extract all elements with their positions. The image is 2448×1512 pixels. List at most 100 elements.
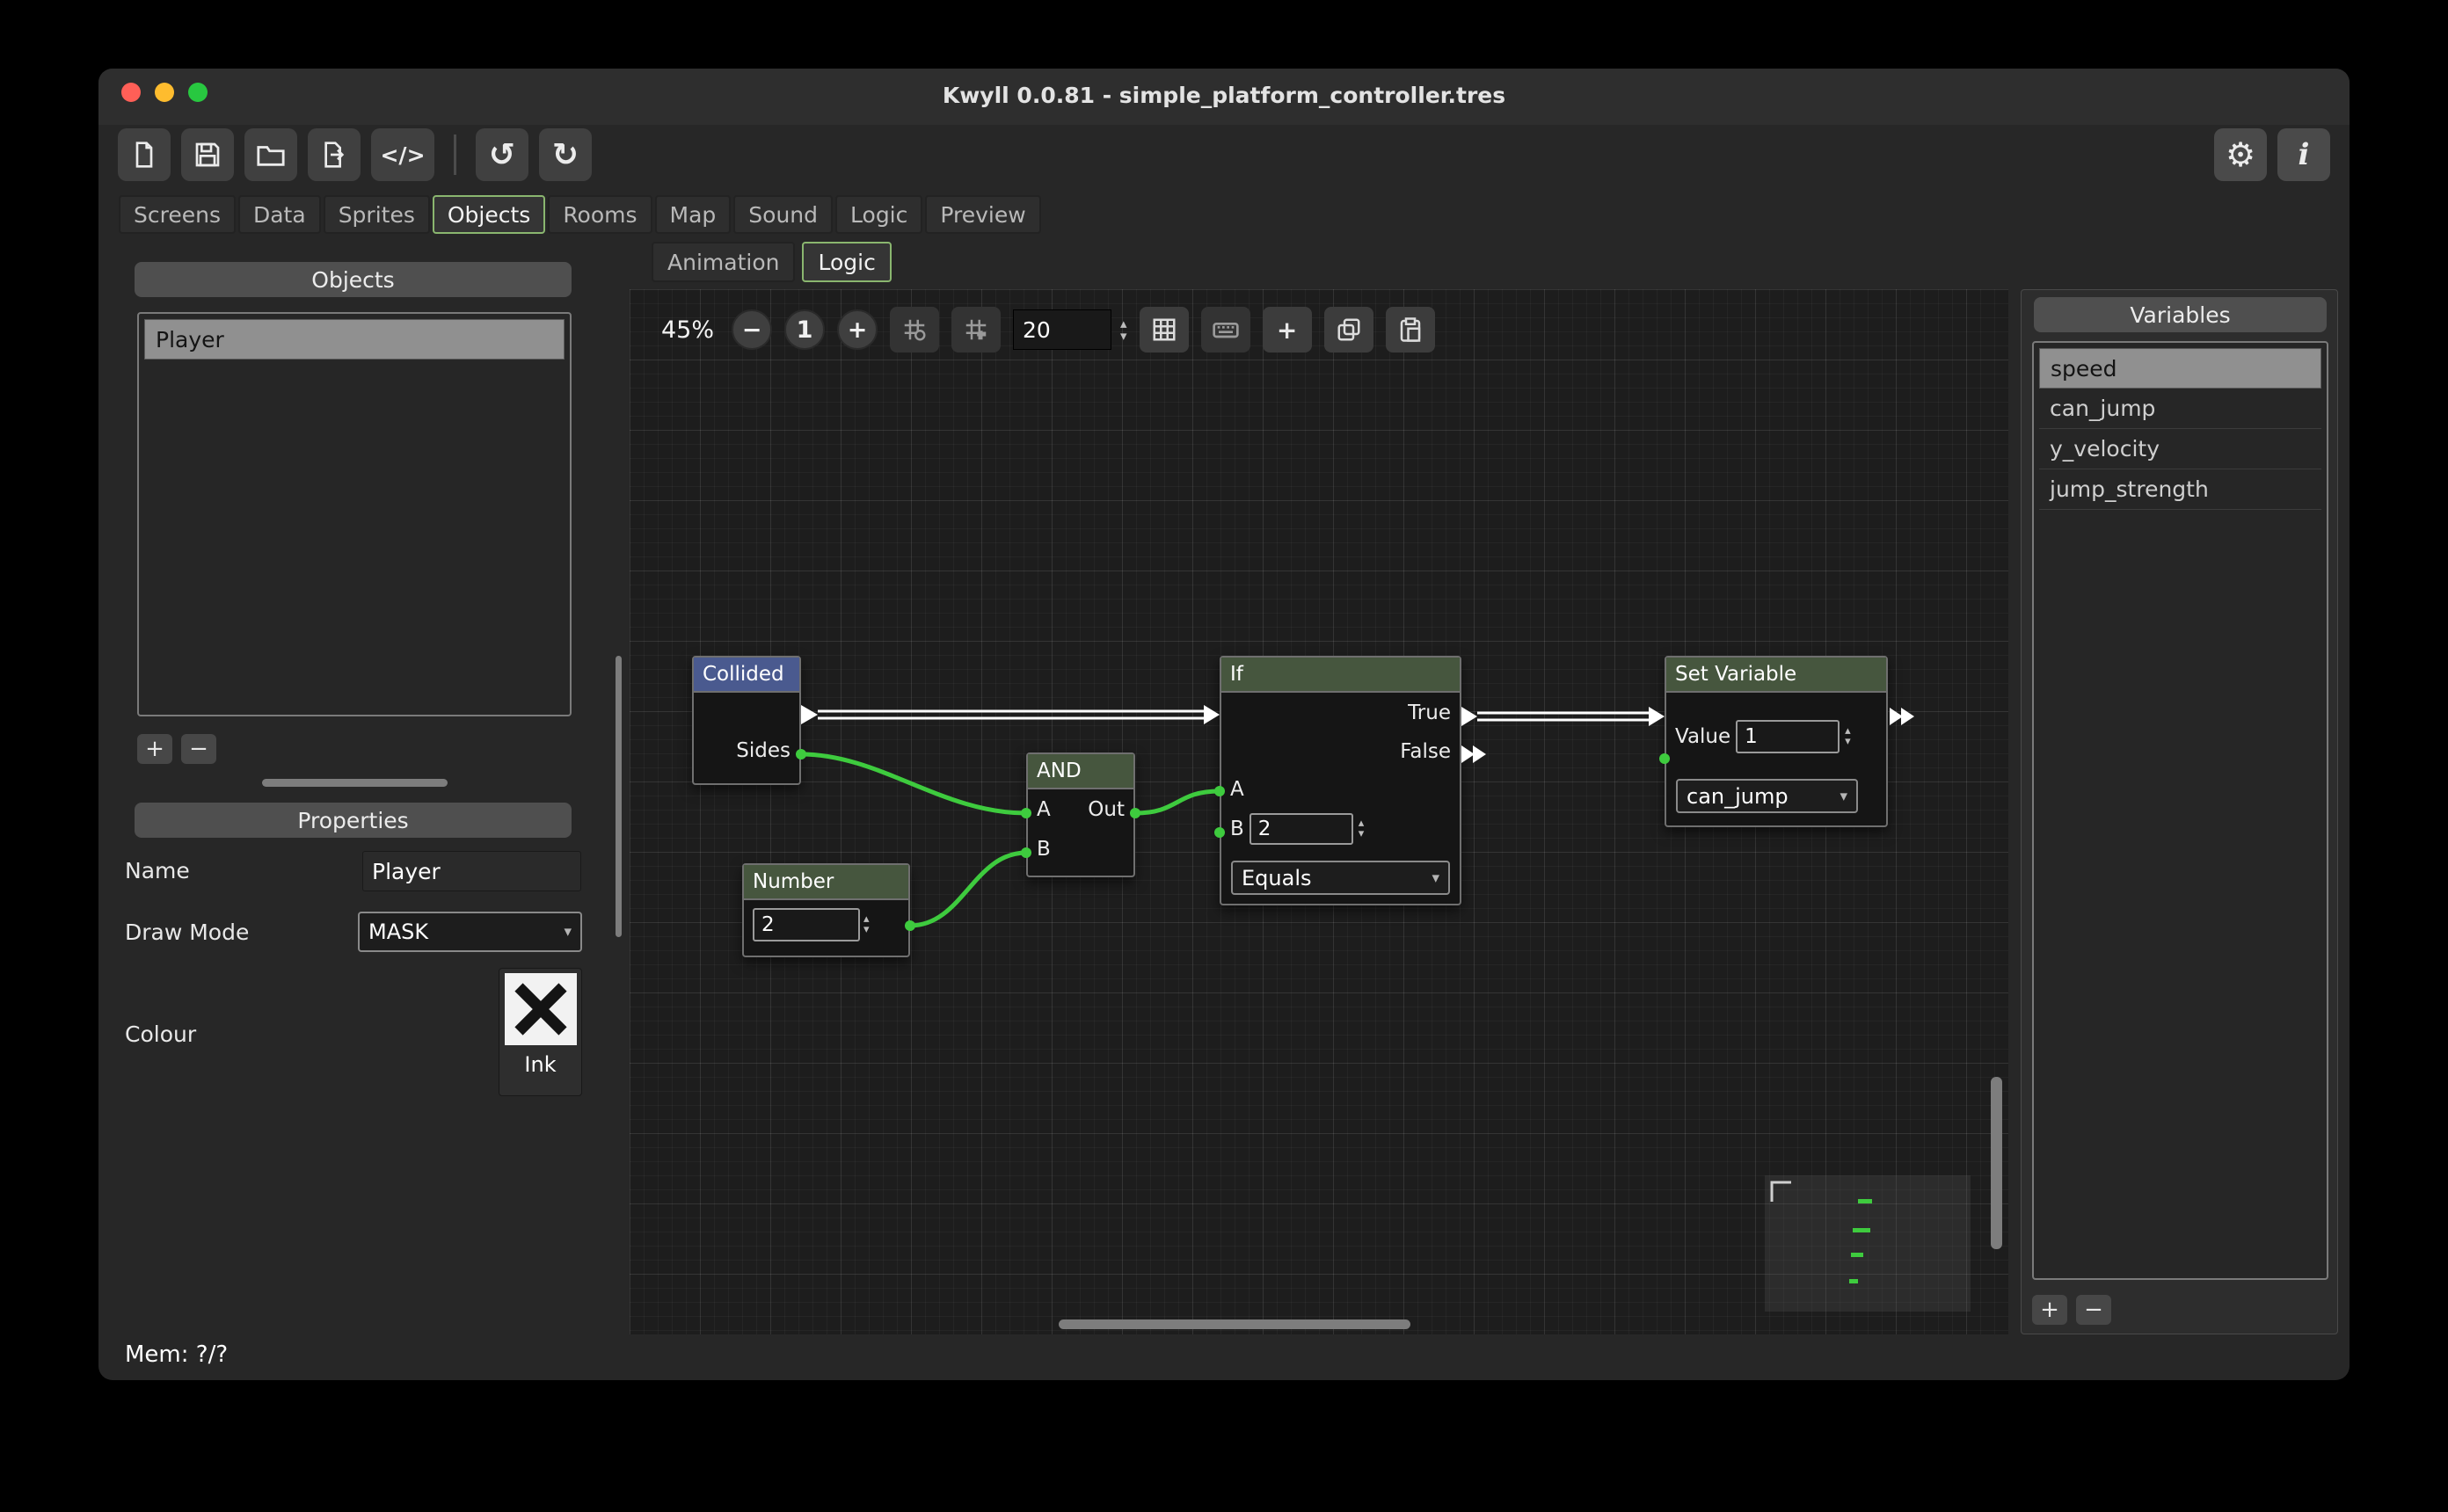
grid-size-stepper[interactable]: ▴ ▾ [1120,317,1127,342]
chevron-down-icon: ▾ [564,923,572,941]
canvas-vscrollbar[interactable] [1991,1077,2002,1249]
objects-panel-header: Objects [135,262,572,297]
chevron-down-icon: ▾ [1840,788,1847,805]
paste-button[interactable] [1386,307,1435,353]
grid-gear-icon [901,316,928,343]
zoom-in-button[interactable]: + [837,309,878,350]
node-collided[interactable]: Collided Sides [692,656,801,785]
colour-swatch [505,973,577,1045]
node-if-operator-select[interactable]: Equals ▾ [1231,861,1450,895]
zoom-reset-button[interactable]: 1 [784,309,825,350]
export-file-button[interactable] [308,128,361,181]
save-button[interactable] [181,128,234,181]
colour-picker[interactable]: Ink [499,968,582,1096]
undo-button[interactable]: ↺ [476,128,528,181]
info-button[interactable]: i [2277,128,2330,181]
name-label: Name [125,858,190,883]
exec-port-if-false-out[interactable] [1461,745,1475,763]
node-collided-header[interactable]: Collided [694,658,799,693]
variables-list-item-can-jump[interactable]: can_jump [2039,389,2321,429]
properties-panel-header: Properties [135,803,572,838]
exec-port-if-true-out[interactable] [1461,707,1477,726]
node-set-variable-header[interactable]: Set Variable [1666,658,1886,693]
tab-objects[interactable]: Objects [433,195,545,234]
tab-data[interactable]: Data [238,195,321,234]
node-set-variable-stepper[interactable]: ▴ ▾ [1845,726,1851,747]
exec-port-setvar-in[interactable] [1649,707,1665,726]
remove-object-button[interactable]: − [181,734,216,764]
add-variable-button[interactable]: + [2032,1295,2067,1325]
new-file-button[interactable] [118,128,171,181]
logic-graph-canvas[interactable]: 45% − 1 + ▴ ▾ + [630,289,2008,1334]
add-node-button[interactable]: + [1263,307,1312,353]
draw-mode-select[interactable]: MASK ▾ [358,912,582,952]
variables-list-controls: + − [2032,1295,2111,1325]
name-input[interactable] [362,851,581,891]
open-file-button[interactable] [244,128,297,181]
gear-icon: ⚙ [2226,135,2255,174]
tab-sound[interactable]: Sound [733,195,833,234]
tab-map[interactable]: Map [655,195,732,234]
node-and-a-label: A [1037,798,1051,821]
canvas-toolbar: 45% − 1 + ▴ ▾ + [661,307,1435,353]
snap-grid-icon [963,316,989,343]
node-set-variable-select[interactable]: can_jump ▾ [1676,779,1858,813]
step-down-icon: ▾ [863,925,870,935]
variables-list-item-jump-strength[interactable]: jump_strength [2039,469,2321,510]
objects-hscrollbar[interactable] [262,779,448,787]
variables-list: speed can_jump y_velocity jump_strength [2032,341,2328,1280]
canvas-hscrollbar[interactable] [1059,1319,1410,1329]
node-number-stepper[interactable]: ▴ ▾ [863,914,870,935]
grid-size-input[interactable] [1013,309,1111,350]
snap-grid-button[interactable] [951,307,1001,353]
code-editor-button[interactable]: </> [371,128,434,181]
node-and[interactable]: AND A Out B [1026,752,1135,877]
node-set-variable-value-input[interactable] [1736,720,1840,753]
keyboard-button[interactable] [1201,307,1250,353]
left-panel-vscrollbar[interactable] [616,656,622,937]
code-icon: </> [380,142,425,168]
node-and-header[interactable]: AND [1028,754,1133,789]
duplicate-icon [1336,316,1362,343]
node-number[interactable]: Number ▴ ▾ [742,863,910,957]
variables-list-item-speed[interactable]: speed [2039,348,2321,389]
redo-button[interactable]: ↻ [539,128,592,181]
node-number-header[interactable]: Number [744,865,908,900]
app-window: Kwyll 0.0.81 - simple_platform_controlle… [98,69,2350,1380]
duplicate-button[interactable] [1324,307,1373,353]
keyboard-icon [1212,316,1240,344]
tab-screens[interactable]: Screens [119,195,236,234]
tab-sprites[interactable]: Sprites [324,195,430,234]
tab-preview[interactable]: Preview [925,195,1040,234]
colour-label: Colour [125,1021,196,1047]
zoom-out-button[interactable]: − [732,309,772,350]
node-and-b-label: B [1037,838,1051,861]
tab-rooms[interactable]: Rooms [548,195,652,234]
exec-port-collided-out[interactable] [801,705,818,724]
minimap[interactable] [1765,1175,1971,1312]
node-if-b-input[interactable] [1250,813,1353,845]
table-grid-icon [1151,316,1177,343]
zoom-level: 45% [661,316,714,344]
add-object-button[interactable]: + [137,734,172,764]
settings-button[interactable]: ⚙ [2214,128,2267,181]
info-icon: i [2299,137,2310,172]
tab-logic[interactable]: Logic [835,195,922,234]
node-if-header[interactable]: If [1221,658,1460,693]
variables-list-item-y-velocity[interactable]: y_velocity [2039,429,2321,469]
node-if[interactable]: If True False A B ▴ ▾ Equals ▾ [1220,656,1461,905]
node-set-variable[interactable]: Set Variable Value ▴ ▾ can_jump ▾ [1665,656,1888,827]
redo-icon: ↻ [552,137,579,173]
subtab-logic[interactable]: Logic [802,242,891,282]
objects-list-item-player[interactable]: Player [144,319,565,360]
node-collided-sides-label: Sides [694,731,799,770]
node-if-b-stepper[interactable]: ▴ ▾ [1359,818,1365,840]
exec-port-setvar-out[interactable] [1890,708,1903,725]
exec-port-if-in[interactable] [1204,705,1220,724]
chevron-down-icon: ▾ [1432,869,1439,887]
remove-variable-button[interactable]: − [2076,1295,2111,1325]
grid-view-button[interactable] [1140,307,1189,353]
node-number-value-input[interactable] [753,908,860,941]
grid-settings-button[interactable] [890,307,939,353]
subtab-animation[interactable]: Animation [652,242,795,282]
